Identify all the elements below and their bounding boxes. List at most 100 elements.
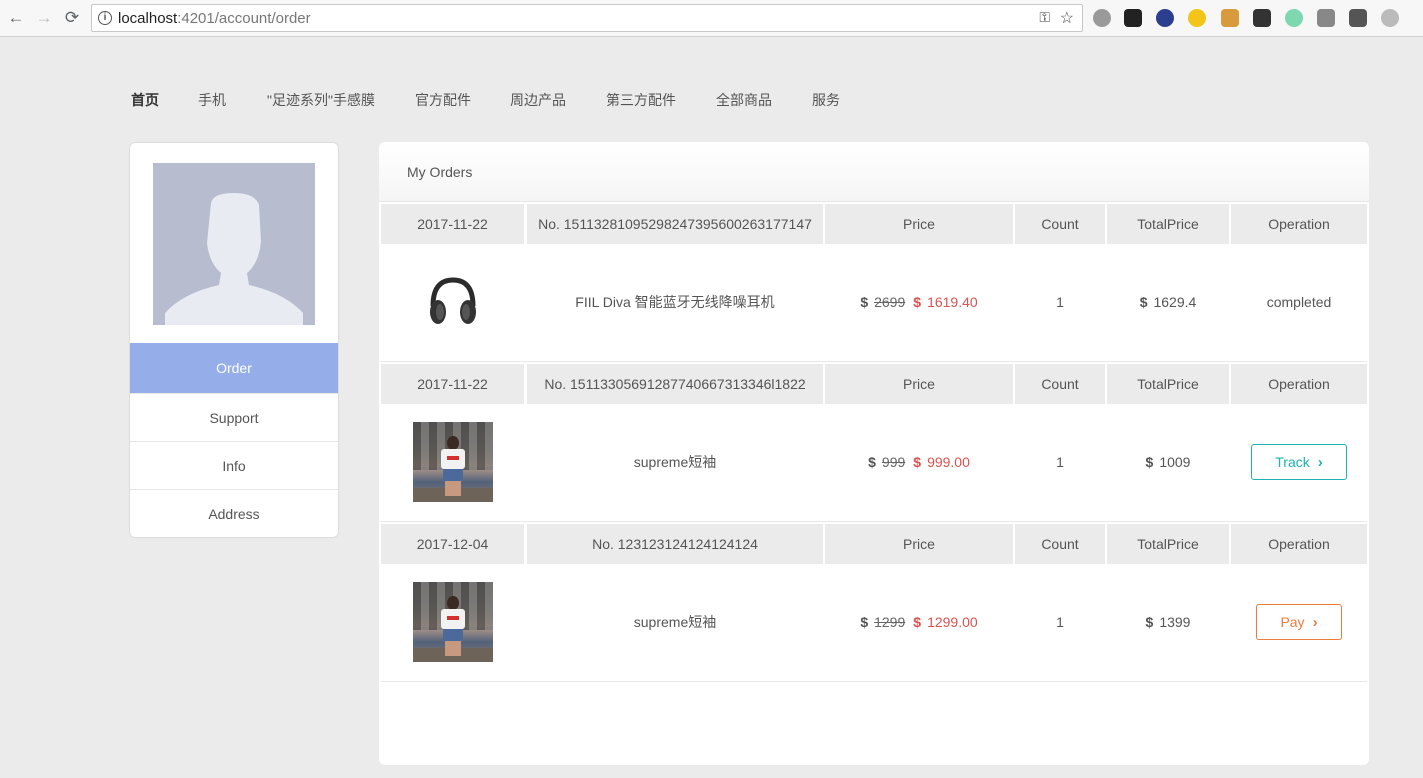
nav-item-official-accessories[interactable]: 官方配件 <box>415 90 471 110</box>
extension-icon[interactable] <box>1093 9 1111 27</box>
currency-symbol: $ <box>1145 614 1154 630</box>
order-date: 2017-12-04 <box>381 524 524 564</box>
bookmark-star-icon[interactable]: ☆ <box>1060 8 1074 28</box>
operation-header: Operation <box>1231 364 1367 404</box>
order-row: 2017-12-04 No. 123123124124124124 Price … <box>381 524 1367 682</box>
avatar <box>153 163 315 325</box>
currency-symbol: $ <box>1145 454 1154 470</box>
total-cell: $ 1009 <box>1107 404 1229 520</box>
forward-arrow-icon[interactable]: → <box>34 8 54 28</box>
currency-symbol: $ <box>913 294 922 310</box>
account-sidebar: Order Support Info Address <box>129 142 339 538</box>
url-text: localhost:4201/account/order <box>118 10 311 27</box>
currency-symbol: $ <box>860 294 869 310</box>
pay-button[interactable]: Pay › <box>1256 604 1342 640</box>
pay-button-label: Pay <box>1280 614 1305 630</box>
extension-icon[interactable] <box>1124 9 1142 27</box>
order-row: 2017-11-22 No. 1511330569128774066731334… <box>381 364 1367 522</box>
sale-price: 999.00 <box>927 454 970 470</box>
browser-toolbar: ← → ⟳ i localhost:4201/account/order ⚿ ☆ <box>0 0 1423 37</box>
product-image-cell <box>381 564 524 680</box>
extension-icon[interactable] <box>1349 9 1367 27</box>
count-value: 1 <box>1056 294 1064 310</box>
sidebar-item-info[interactable]: Info <box>130 441 338 489</box>
extension-icon[interactable] <box>1188 9 1206 27</box>
page-title: My Orders <box>407 164 473 180</box>
track-button[interactable]: Track › <box>1251 444 1347 480</box>
product-image-cell <box>381 244 524 360</box>
chevron-right-icon: › <box>1317 453 1323 471</box>
headphones-image[interactable] <box>423 272 483 332</box>
order-number: No. 15113305691287740667313346l1822 <box>527 364 823 404</box>
panel-header: My Orders <box>379 142 1369 202</box>
nav-item-home[interactable]: 首页 <box>131 90 159 110</box>
count-value: 1 <box>1056 454 1064 470</box>
extension-icon[interactable] <box>1253 9 1271 27</box>
total-header: TotalPrice <box>1107 524 1229 564</box>
count-value: 1 <box>1056 614 1064 630</box>
extension-icon[interactable] <box>1221 9 1239 27</box>
chevron-right-icon: › <box>1312 613 1318 631</box>
nav-item-phones[interactable]: 手机 <box>198 90 226 110</box>
total-header: TotalPrice <box>1107 364 1229 404</box>
count-header: Count <box>1015 204 1105 244</box>
reload-icon[interactable]: ⟳ <box>62 8 82 28</box>
price-cell: $ 1299 $ 1299.00 <box>825 564 1013 680</box>
price-header: Price <box>825 364 1013 404</box>
order-status: completed <box>1266 294 1332 310</box>
operation-cell: Track › <box>1231 404 1367 520</box>
operation-header: Operation <box>1231 204 1367 244</box>
divider <box>381 521 1367 522</box>
product-name[interactable]: supreme短袖 <box>527 404 823 520</box>
orders-panel: My Orders 2017-11-22 No. 151132810952982… <box>379 142 1369 765</box>
price-header: Price <box>825 204 1013 244</box>
currency-symbol: $ <box>860 614 869 630</box>
total-value: 1009 <box>1159 454 1191 470</box>
currency-symbol: $ <box>913 614 922 630</box>
extension-icon[interactable] <box>1317 9 1335 27</box>
original-price: 999 <box>881 454 906 470</box>
sidebar-item-support[interactable]: Support <box>130 393 338 441</box>
order-row: 2017-11-22 No. 1511328109529824739560026… <box>381 204 1367 362</box>
operation-header: Operation <box>1231 524 1367 564</box>
price-cell: $ 2699 $ 1619.40 <box>825 244 1013 360</box>
order-number: No. 123123124124124124 <box>527 524 823 564</box>
order-date: 2017-11-22 <box>381 204 524 244</box>
original-price: 1299 <box>874 614 906 630</box>
product-name[interactable]: FIIL Diva 智能蓝牙无线降噪耳机 <box>527 244 823 360</box>
extension-icon[interactable] <box>1285 9 1303 27</box>
sidebar-item-order[interactable]: Order <box>130 343 338 393</box>
nav-item-third-party[interactable]: 第三方配件 <box>606 90 676 110</box>
total-header: TotalPrice <box>1107 204 1229 244</box>
nav-item-all-products[interactable]: 全部商品 <box>716 90 772 110</box>
operation-cell: Pay › <box>1231 564 1367 680</box>
key-icon[interactable]: ⚿ <box>1039 9 1050 26</box>
sidebar-item-address[interactable]: Address <box>130 489 338 537</box>
divider <box>381 681 1367 682</box>
currency-symbol: $ <box>913 454 922 470</box>
nav-item-peripherals[interactable]: 周边产品 <box>510 90 566 110</box>
back-arrow-icon[interactable]: ← <box>6 8 26 28</box>
total-cell: $ 1629.4 <box>1107 244 1229 360</box>
extension-icon[interactable] <box>1156 9 1174 27</box>
product-name[interactable]: supreme短袖 <box>527 564 823 680</box>
count-header: Count <box>1015 364 1105 404</box>
original-price: 2699 <box>874 294 906 310</box>
user-silhouette-icon <box>153 163 315 325</box>
extension-icon[interactable] <box>1381 9 1399 27</box>
address-bar[interactable]: i localhost:4201/account/order ⚿ ☆ <box>91 4 1083 32</box>
product-photo[interactable] <box>412 582 493 662</box>
currency-symbol: $ <box>868 454 876 470</box>
sale-price: 1299.00 <box>927 614 978 630</box>
divider <box>381 361 1367 362</box>
product-image-cell <box>381 404 524 520</box>
currency-symbol: $ <box>1139 294 1148 310</box>
sale-price: 1619.40 <box>927 294 978 310</box>
price-cell: $ 999 $ 999.00 <box>825 404 1013 520</box>
site-info-icon[interactable]: i <box>98 11 112 25</box>
order-number: No. 15113281095298247395600263177147 <box>527 204 823 244</box>
nav-item-film[interactable]: "足迹系列"手感膜 <box>267 90 375 110</box>
nav-item-service[interactable]: 服务 <box>812 90 840 110</box>
product-photo[interactable] <box>412 422 493 502</box>
total-cell: $ 1399 <box>1107 564 1229 680</box>
